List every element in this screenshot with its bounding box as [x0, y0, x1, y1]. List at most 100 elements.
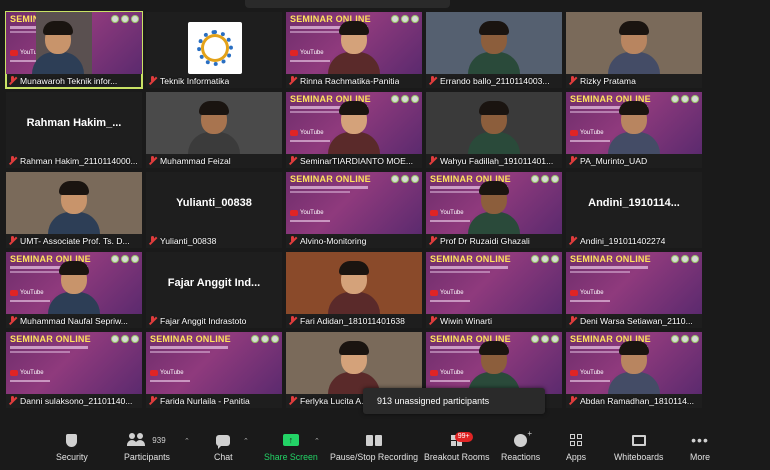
breakout-badge: 99+ [454, 432, 473, 442]
slide-title: SEMINAR ONLINE [150, 334, 231, 344]
participant-name-bar: Muhammad Feizal [148, 154, 280, 167]
participant-tile[interactable]: Errando ballo_2110114003... [426, 12, 562, 88]
security-button[interactable]: Security [56, 430, 88, 462]
participant-video [48, 261, 100, 314]
apps-icon [570, 434, 583, 446]
slide-text-line [430, 300, 470, 302]
slide-logos-icon [671, 95, 699, 103]
participant-tile[interactable]: Andini_1910114... Andini_191011402274 [566, 172, 702, 248]
participant-tile[interactable]: SEMINAR ONLINEYouTubeMunawaroh Teknik in… [5, 11, 143, 89]
participants-caret-icon[interactable]: ⌃ [184, 437, 190, 445]
youtube-label: YouTube [580, 130, 604, 136]
share-caret-icon[interactable]: ⌃ [314, 437, 320, 445]
participant-tile[interactable]: UMT- Associate Prof. Ts. D... [6, 172, 142, 248]
participant-tile[interactable]: SEMINAR ONLINE YouTube Farida Nurlaila - P… [146, 332, 282, 408]
slide-text-line [290, 191, 350, 193]
youtube-label: YouTube [440, 290, 464, 296]
chat-caret-icon[interactable]: ⌃ [243, 437, 249, 445]
breakout-rooms-button[interactable]: 99+ Breakout Rooms [424, 430, 490, 462]
participant-name-bar: Abdan Ramadhan_1810114... [568, 394, 700, 407]
participant-tile[interactable]: Wahyu Fadillah_191011401... [426, 92, 562, 168]
slide-logos-icon [671, 335, 699, 343]
apps-button[interactable]: Apps [566, 430, 586, 462]
participant-tile[interactable]: SEMINAR ONLINE YouTube SeminarTIARDIANTO M… [286, 92, 422, 168]
pause-stop-recording-button[interactable]: Pause/Stop Recording [330, 430, 418, 462]
participant-tile[interactable]: Rahman Hakim_... Rahman Hakim_2110114000.… [6, 92, 142, 168]
youtube-icon: YouTube [570, 130, 604, 136]
mic-muted-icon [8, 236, 17, 245]
reactions-icon [514, 429, 532, 447]
participant-name: Fari Adidan_181011401638 [300, 315, 405, 326]
participant-name: Muhammad Naufal Sepriw... [20, 315, 128, 326]
participant-name: Danni sulaksono_21101140... [20, 395, 133, 406]
mic-muted-icon [568, 236, 577, 245]
seminar-slide: SEMINAR ONLINEYouTube [286, 12, 422, 74]
participant-name-bar: Farida Nurlaila - Panitia [148, 394, 280, 407]
participant-name-bar: PA_Murinto_UAD [568, 154, 700, 167]
participant-tile[interactable]: SEMINAR ONLINE YouTube Abdan Ramadhan_1810… [566, 332, 702, 408]
participant-tile[interactable]: SEMINAR ONLINE YouTube PA_Murinto_UAD [566, 92, 702, 168]
participant-name-bar: UMT- Associate Prof. Ts. D... [8, 234, 140, 247]
share-screen-button[interactable]: ↑ Share Screen [264, 430, 318, 462]
youtube-label: YouTube [300, 210, 324, 216]
participants-button[interactable]: 939 Participants [124, 430, 170, 462]
mic-muted-icon [148, 316, 157, 325]
participant-tile[interactable]: Teknik Informatika [146, 12, 282, 88]
participant-tile[interactable]: Fajar Anggit Ind... Fajar Anggit Indrasto… [146, 252, 282, 328]
slide-text-line [290, 186, 368, 189]
youtube-label: YouTube [300, 130, 324, 136]
participant-name-bar: Errando ballo_2110114003... [428, 74, 560, 87]
participant-tile[interactable]: Fari Adidan_181011401638 [286, 252, 422, 328]
meeting-toolbar: Security 939 Participants ⌃ Chat ⌃ ↑ Sha… [0, 426, 770, 470]
youtube-icon: YouTube [430, 290, 464, 296]
participant-tile[interactable]: SEMINAR ONLINE YouTube Danni sulaksono_211… [6, 332, 142, 408]
participant-display-name: Andini_1910114... [588, 197, 680, 209]
slide-logos-icon [391, 175, 419, 183]
participant-tile[interactable]: SEMINAR ONLINE YouTube Alvino-Monitoring [286, 172, 422, 248]
pause-stop-icon [366, 434, 383, 446]
youtube-icon: YouTube [290, 210, 324, 216]
participant-name: UMT- Associate Prof. Ts. D... [20, 235, 130, 246]
participant-tile[interactable]: Muhammad Feizal [146, 92, 282, 168]
more-button[interactable]: ••• More [690, 430, 710, 462]
participant-tile[interactable]: SEMINAR ONLINE YouTube Wiwin Winarti [426, 252, 562, 328]
seminar-slide: SEMINAR ONLINEYouTube [6, 252, 142, 314]
seminar-slide: SEMINAR ONLINEYouTube [566, 332, 702, 394]
youtube-label: YouTube [160, 370, 184, 376]
slide-text-line [430, 220, 470, 222]
participant-name-bar: Rinna Rachmatika-Panitia [288, 74, 420, 87]
participant-name-bar: Deni Warsa Setiawan_2110... [568, 314, 700, 327]
youtube-icon: YouTube [570, 370, 604, 376]
youtube-label: YouTube [580, 370, 604, 376]
mic-muted-icon [288, 236, 297, 245]
mic-muted-icon [428, 76, 437, 85]
participant-name: Teknik Informatika [160, 75, 230, 86]
unassigned-participants-toast: 913 unassigned participants [363, 388, 545, 414]
participant-tile[interactable]: SEMINAR ONLINE YouTube Rinna Rachmatika-Pa… [286, 12, 422, 88]
mic-muted-icon [428, 156, 437, 165]
participant-name: Farida Nurlaila - Panitia [160, 395, 250, 406]
mic-muted-icon [288, 76, 297, 85]
gallery-view: SEMINAR ONLINE YouTube Munawaroh Teknik in… [5, 11, 706, 414]
participant-tile[interactable]: SEMINAR ONLINE YouTube Prof Dr Ruzaidi Gha… [426, 172, 562, 248]
participant-name: SeminarTIARDIANTO MOE... [300, 155, 414, 166]
reactions-button[interactable]: Reactions [501, 429, 540, 463]
slide-logos-icon [531, 255, 559, 263]
participant-tile[interactable]: Rizky Pratama [566, 12, 702, 88]
youtube-icon: YouTube [290, 130, 324, 136]
slide-text-line [150, 346, 228, 349]
participant-tile[interactable]: Yulianti_00838 Yulianti_00838 [146, 172, 282, 248]
participant-name-bar: Danni sulaksono_21101140... [8, 394, 140, 407]
participant-video [426, 12, 562, 74]
participant-tile[interactable]: SEMINAR ONLINE YouTube Deni Warsa Setiawan… [566, 252, 702, 328]
whiteboards-button[interactable]: Whiteboards [614, 430, 663, 462]
chat-button[interactable]: Chat [214, 430, 233, 462]
participant-name: Prof Dr Ruzaidi Ghazali [440, 235, 530, 246]
participant-tile[interactable]: SEMINAR ONLINE YouTube Muhammad Naufal Sep… [6, 252, 142, 328]
participant-video [328, 101, 380, 154]
share-screen-icon: ↑ [282, 434, 299, 446]
mic-muted-icon [148, 156, 157, 165]
more-icon: ••• [691, 432, 709, 448]
participant-name-bar: SeminarTIARDIANTO MOE... [288, 154, 420, 167]
slide-title: SEMINAR ONLINE [570, 254, 651, 264]
